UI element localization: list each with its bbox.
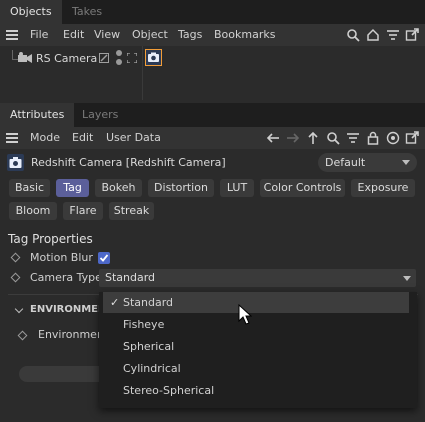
objects-menubar: File Edit View Object Tags Bookmarks: [0, 24, 425, 46]
checkmark-icon: ✓: [110, 296, 120, 309]
filter-icon[interactable]: [386, 28, 400, 42]
object-title: Redshift Camera [Redshift Camera]: [31, 156, 226, 169]
attributes-tabbar: Attributes Layers: [0, 103, 425, 127]
camera-type-dropdown: ✓ Standard Fisheye Spherical Cylindrical…: [99, 292, 417, 408]
tag-button-bokeh[interactable]: Bokeh: [95, 179, 142, 197]
tag-button-tag[interactable]: Tag: [56, 179, 89, 197]
tag-button-distortion[interactable]: Distortion: [148, 179, 214, 197]
home-icon[interactable]: [366, 28, 380, 42]
chevron-down-icon: [14, 304, 24, 314]
scrollbar-track[interactable]: [19, 366, 109, 382]
camera-type-value: Standard: [105, 271, 156, 284]
keyframe-diamond-icon[interactable]: [10, 252, 21, 263]
camera-type-label: Camera Type: [30, 271, 102, 284]
checkmark-icon: [99, 254, 109, 262]
dropdown-option-fisheye[interactable]: Fisheye: [103, 314, 409, 335]
tab-objects[interactable]: Objects: [0, 0, 62, 24]
mouse-cursor-icon: [238, 304, 252, 325]
attributes-menubar: Mode Edit User Data: [0, 127, 425, 149]
menu-view[interactable]: View: [94, 24, 120, 46]
menu-edit[interactable]: Edit: [72, 127, 93, 149]
lock-icon[interactable]: [366, 131, 380, 145]
tag-button-lut[interactable]: LUT: [220, 179, 254, 197]
dropdown-option-cylindrical[interactable]: Cylindrical: [103, 358, 409, 379]
option-label: Fisheye: [123, 318, 165, 331]
section-title: Tag Properties: [8, 232, 93, 246]
menu-tags[interactable]: Tags: [178, 24, 202, 46]
expand-icon[interactable]: [405, 28, 419, 42]
arrow-up-icon[interactable]: [306, 131, 320, 145]
dropdown-option-standard[interactable]: ✓ Standard: [103, 292, 409, 313]
tag-button-flare[interactable]: Flare: [63, 202, 103, 220]
motion-blur-label: Motion Blur: [30, 251, 93, 264]
menu-user-data[interactable]: User Data: [106, 127, 161, 149]
visibility-dots-icon[interactable]: [116, 50, 122, 66]
menu-file[interactable]: File: [30, 24, 48, 46]
menu-object[interactable]: Object: [132, 24, 168, 46]
menu-edit[interactable]: Edit: [63, 24, 84, 46]
chevron-down-icon: [402, 160, 410, 165]
tree-column-divider: [142, 46, 143, 100]
preset-value: Default: [325, 156, 366, 169]
search-icon[interactable]: [346, 28, 360, 42]
option-label: Spherical: [123, 340, 175, 353]
tab-attributes[interactable]: Attributes: [0, 103, 75, 127]
object-tree: RS Camera: [0, 46, 425, 100]
tag-button-color-controls[interactable]: Color Controls: [260, 179, 345, 197]
dropdown-option-stereo-spherical[interactable]: Stereo-Spherical: [103, 380, 409, 401]
objects-tabbar: Objects Takes: [0, 0, 425, 24]
redshift-camera-icon: [7, 154, 24, 171]
tab-takes[interactable]: Takes: [62, 0, 112, 24]
chevron-down-icon: [403, 276, 411, 281]
hamburger-menu-icon[interactable]: [6, 133, 18, 143]
preset-dropdown[interactable]: Default: [318, 153, 417, 172]
keyframe-diamond-icon[interactable]: [10, 272, 21, 283]
menu-mode[interactable]: Mode: [30, 127, 60, 149]
arrow-back-icon[interactable]: [266, 131, 280, 145]
target-icon[interactable]: [386, 131, 400, 145]
dropdown-option-spherical[interactable]: Spherical: [103, 336, 409, 357]
motion-blur-checkbox[interactable]: [98, 252, 110, 264]
arrow-forward-icon[interactable]: [286, 131, 300, 145]
edit-layer-icon[interactable]: [99, 53, 109, 63]
option-label: Standard: [123, 296, 174, 309]
camera-type-select[interactable]: Standard: [99, 269, 416, 287]
search-icon[interactable]: [326, 131, 340, 145]
tag-button-basic[interactable]: Basic: [9, 179, 50, 197]
render-toggle-icon[interactable]: [127, 53, 137, 63]
tag-button-streak[interactable]: Streak: [109, 202, 154, 220]
tree-row-rs-camera[interactable]: RS Camera: [36, 51, 97, 67]
expand-icon[interactable]: [405, 131, 419, 145]
tag-button-exposure[interactable]: Exposure: [351, 179, 415, 197]
tab-layers[interactable]: Layers: [72, 103, 128, 127]
redshift-camera-tag-icon[interactable]: [145, 49, 162, 66]
option-label: Cylindrical: [123, 362, 181, 375]
hamburger-menu-icon[interactable]: [6, 30, 18, 40]
menu-bookmarks[interactable]: Bookmarks: [214, 24, 275, 46]
option-label: Stereo-Spherical: [123, 384, 215, 397]
camera-object-icon: [18, 52, 32, 63]
keyframe-diamond-icon[interactable]: [17, 330, 28, 341]
tag-button-bloom[interactable]: Bloom: [9, 202, 57, 220]
environment-row-label: Environment: [38, 328, 109, 341]
filter-icon[interactable]: [346, 131, 360, 145]
